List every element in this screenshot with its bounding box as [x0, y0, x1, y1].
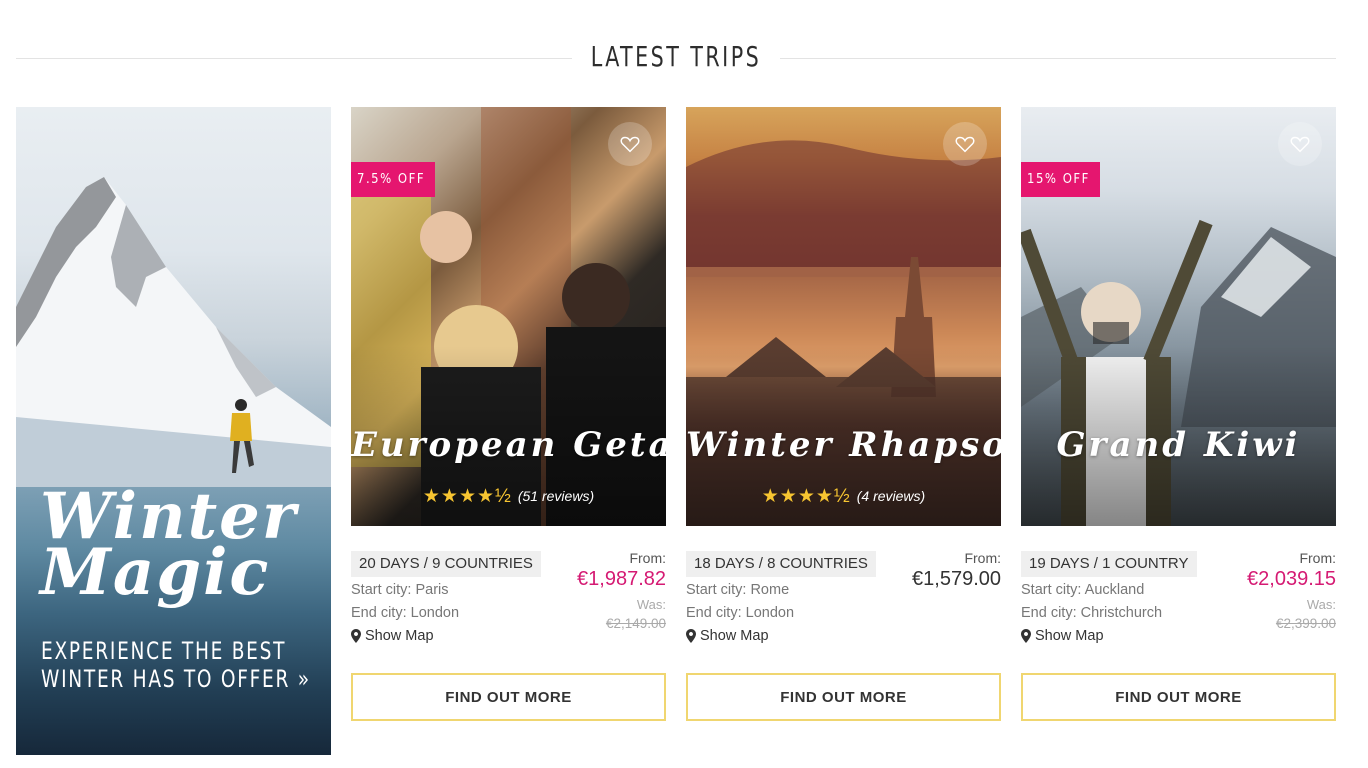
show-map-label: Show Map	[1035, 628, 1104, 644]
trip-duration: 18 DAYS / 8 COUNTRIES	[686, 551, 876, 577]
end-city: End city: London	[351, 605, 460, 621]
review-count[interactable]: (51 reviews)	[518, 488, 594, 504]
review-count[interactable]: (4 reviews)	[857, 488, 925, 504]
show-map-link[interactable]: Show Map	[686, 628, 769, 644]
find-out-more-button[interactable]: FIND OUT MORE	[351, 673, 666, 721]
divider-left	[16, 58, 572, 59]
was-label: Was:	[1306, 597, 1336, 612]
mountain-illustration	[16, 177, 331, 487]
price-block: From: €1,579.00	[912, 549, 1001, 591]
trip-photo[interactable]: Winter Rhapsody ★★★★½ (4 reviews)	[686, 107, 1001, 526]
discount-badge: 15% OFF	[1021, 162, 1100, 197]
current-price: €1,987.82	[577, 568, 666, 590]
trip-duration: 20 DAYS / 9 COUNTRIES	[351, 551, 541, 577]
map-marker-icon	[686, 629, 696, 643]
favorite-button[interactable]	[608, 122, 652, 166]
show-map-link[interactable]: Show Map	[1021, 628, 1104, 644]
show-map-link[interactable]: Show Map	[351, 628, 434, 644]
heart-icon	[620, 136, 640, 153]
skater-figure	[230, 399, 254, 473]
promo-subtitle[interactable]: EXPERIENCE THE BEST WINTER HAS TO OFFER …	[41, 637, 311, 693]
divider-right	[780, 58, 1336, 59]
from-label: From:	[629, 550, 666, 566]
trip-photo[interactable]: 7.5% OFF European Getaway ★★★★½ (51 revie…	[351, 107, 666, 526]
winter-promo-banner[interactable]: Winter Magic EXPERIENCE THE BEST WINTER …	[16, 107, 331, 755]
original-price: €2,149.00	[605, 616, 666, 631]
start-city: Start city: Auckland	[1021, 582, 1145, 598]
trip-rating: ★★★★½ (4 reviews)	[686, 485, 1001, 508]
original-price: €2,399.00	[1275, 616, 1336, 631]
favorite-button[interactable]	[943, 122, 987, 166]
trip-card-european-getaway: 7.5% OFF European Getaway ★★★★½ (51 revie…	[351, 107, 666, 722]
price-block: From: €2,039.15 Was: €2,399.00	[1247, 549, 1336, 635]
favorite-button[interactable]	[1278, 122, 1322, 166]
price-block: From: €1,987.82 Was: €2,149.00	[577, 549, 666, 635]
heart-icon	[955, 136, 975, 153]
trip-name: Winter Rhapsody	[686, 425, 1001, 465]
section-title: LATEST TRIPS	[590, 40, 762, 73]
show-map-label: Show Map	[700, 628, 769, 644]
trip-card-grand-kiwi: 15% OFF Grand Kiwi 19 DAYS / 1 COUNTRY S…	[1021, 107, 1336, 722]
map-marker-icon	[351, 629, 361, 643]
start-city: Start city: Rome	[686, 582, 790, 598]
promo-title: Winter Magic	[40, 485, 320, 605]
from-label: From:	[1299, 550, 1336, 566]
from-label: From:	[964, 550, 1001, 566]
trip-card-winter-rhapsody: Winter Rhapsody ★★★★½ (4 reviews) 18 DAYS…	[686, 107, 1001, 722]
section-header: LATEST TRIPS	[16, 36, 1336, 82]
was-label: Was:	[636, 597, 666, 612]
star-icon: ★★★★½	[761, 486, 851, 507]
trip-name: Grand Kiwi	[1056, 425, 1301, 465]
end-city: End city: London	[686, 605, 795, 621]
find-out-more-button[interactable]: FIND OUT MORE	[1021, 673, 1336, 721]
start-city: Start city: Paris	[351, 582, 449, 598]
show-map-label: Show Map	[365, 628, 434, 644]
trip-duration: 19 DAYS / 1 COUNTRY	[1021, 551, 1197, 577]
heart-icon	[1290, 136, 1310, 153]
end-city: End city: Christchurch	[1021, 605, 1163, 621]
find-out-more-button[interactable]: FIND OUT MORE	[686, 673, 1001, 721]
current-price: €2,039.15	[1247, 568, 1336, 590]
promo-subtitle-line2: WINTER HAS TO OFFER »	[41, 665, 311, 693]
map-marker-icon	[1021, 629, 1031, 643]
discount-badge: 7.5% OFF	[351, 162, 436, 197]
trip-photo[interactable]: 15% OFF Grand Kiwi	[1021, 107, 1336, 526]
star-icon: ★★★★½	[422, 486, 512, 507]
current-price: €1,579.00	[912, 568, 1001, 590]
promo-subtitle-line1: EXPERIENCE THE BEST	[41, 637, 287, 665]
trip-name: European Getaway	[351, 425, 666, 465]
trip-rating: ★★★★½ (51 reviews)	[351, 485, 666, 508]
